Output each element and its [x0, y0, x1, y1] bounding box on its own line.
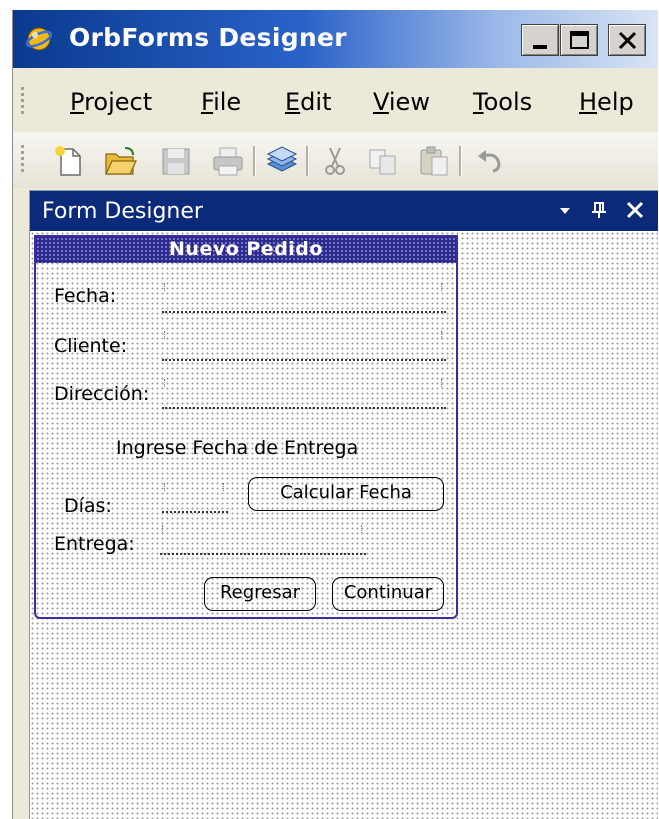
close-icon	[618, 31, 637, 50]
pin-icon[interactable]	[586, 197, 612, 223]
menu-view[interactable]: View	[373, 88, 430, 116]
menu-grip[interactable]	[21, 84, 27, 117]
window-title: OrbForms Designer	[69, 23, 347, 52]
toolbar-separator	[253, 146, 256, 176]
menu-project[interactable]: Project	[70, 88, 152, 116]
label-cliente[interactable]: Cliente:	[54, 335, 127, 357]
save-icon[interactable]	[159, 144, 193, 178]
toolbar-separator	[459, 146, 462, 176]
continuar-button[interactable]: Continuar	[332, 577, 444, 611]
layers-icon[interactable]	[265, 144, 299, 178]
copy-icon[interactable]	[366, 144, 400, 178]
close-icon[interactable]	[622, 197, 648, 223]
open-icon[interactable]	[103, 144, 137, 178]
form-nuevo-pedido[interactable]: Nuevo Pedido Fecha: Cliente: Dirección: …	[34, 235, 458, 619]
new-icon[interactable]	[53, 144, 87, 178]
maximize-icon	[570, 31, 589, 49]
dropdown-icon[interactable]	[552, 197, 578, 223]
panel-header: Form Designer	[30, 191, 658, 231]
toolbar	[13, 132, 658, 188]
label-dias[interactable]: Días:	[64, 495, 112, 517]
minimize-icon	[533, 45, 547, 49]
app-window: OrbForms Designer Project File Edit View…	[12, 10, 658, 819]
design-canvas[interactable]: Nuevo Pedido Fecha: Cliente: Dirección: …	[30, 231, 658, 819]
field-fecha[interactable]	[162, 283, 446, 313]
form-designer-panel: Form Designer Nuevo Pedido Fecha: Client…	[29, 190, 658, 819]
panel-title: Form Designer	[42, 199, 203, 224]
orbforms-app-icon[interactable]	[25, 26, 53, 52]
cut-icon[interactable]	[318, 144, 352, 178]
field-dias[interactable]	[162, 483, 228, 513]
menu-help[interactable]: Help	[579, 88, 634, 116]
undo-icon[interactable]	[473, 144, 507, 178]
menu-bar: Project File Edit View Tools Help	[13, 72, 658, 130]
label-direccion[interactable]: Dirección:	[54, 383, 149, 405]
toolbar-grip[interactable]	[21, 142, 27, 175]
field-entrega[interactable]	[160, 525, 366, 555]
maximize-button[interactable]	[560, 24, 598, 56]
field-cliente[interactable]	[162, 331, 446, 361]
menu-file[interactable]: File	[201, 88, 241, 116]
menu-edit[interactable]: Edit	[285, 88, 331, 116]
regresar-button[interactable]: Regresar	[204, 577, 316, 611]
title-bar[interactable]: OrbForms Designer	[13, 10, 658, 68]
form-title: Nuevo Pedido	[169, 238, 323, 260]
paste-icon[interactable]	[417, 144, 451, 178]
close-button[interactable]	[608, 24, 646, 56]
calcular-fecha-button[interactable]: Calcular Fecha	[248, 477, 444, 511]
minimize-button[interactable]	[521, 24, 559, 56]
print-icon[interactable]	[211, 144, 245, 178]
form-title-bar[interactable]: Nuevo Pedido	[36, 237, 456, 263]
label-fecha[interactable]: Fecha:	[54, 285, 116, 307]
label-ingrese-fecha[interactable]: Ingrese Fecha de Entrega	[116, 437, 358, 459]
field-direccion[interactable]	[162, 379, 446, 409]
toolbar-separator	[306, 146, 309, 176]
label-entrega[interactable]: Entrega:	[54, 533, 135, 555]
menu-tools[interactable]: Tools	[473, 88, 532, 116]
